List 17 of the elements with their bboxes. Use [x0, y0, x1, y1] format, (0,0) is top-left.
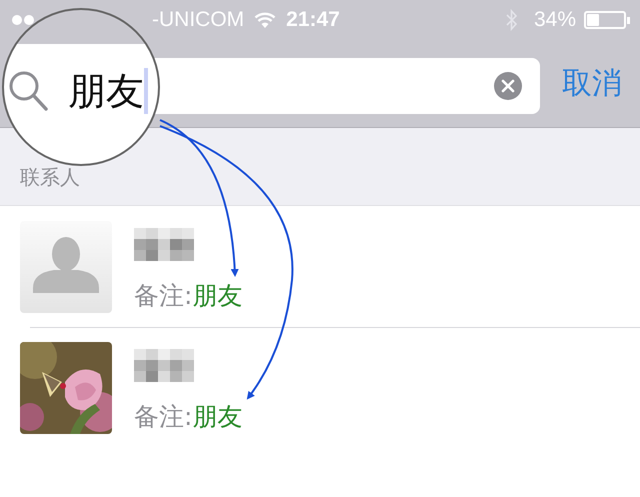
- search-icon: [8, 70, 48, 112]
- contact-remark: 备注:朋友: [134, 280, 242, 312]
- contact-row[interactable]: 备注:朋友: [0, 206, 640, 327]
- pixelated-name-drawing: [134, 348, 194, 382]
- section-header: 联系人: [20, 164, 80, 191]
- battery-icon: [584, 11, 626, 29]
- text-cursor: [144, 68, 148, 114]
- signal-icon: [12, 15, 34, 25]
- avatar-icon: [20, 220, 112, 312]
- search-text: 朋友: [68, 68, 144, 114]
- wifi-icon: [254, 12, 276, 28]
- contact-row[interactable]: 备注:朋友: [0, 327, 640, 448]
- bluetooth-icon: [506, 9, 518, 31]
- cancel-button[interactable]: 取消: [562, 63, 622, 104]
- contact-remark: 备注:朋友: [134, 400, 242, 432]
- clear-button[interactable]: [494, 72, 522, 100]
- pixelated-name-drawing: [134, 228, 194, 260]
